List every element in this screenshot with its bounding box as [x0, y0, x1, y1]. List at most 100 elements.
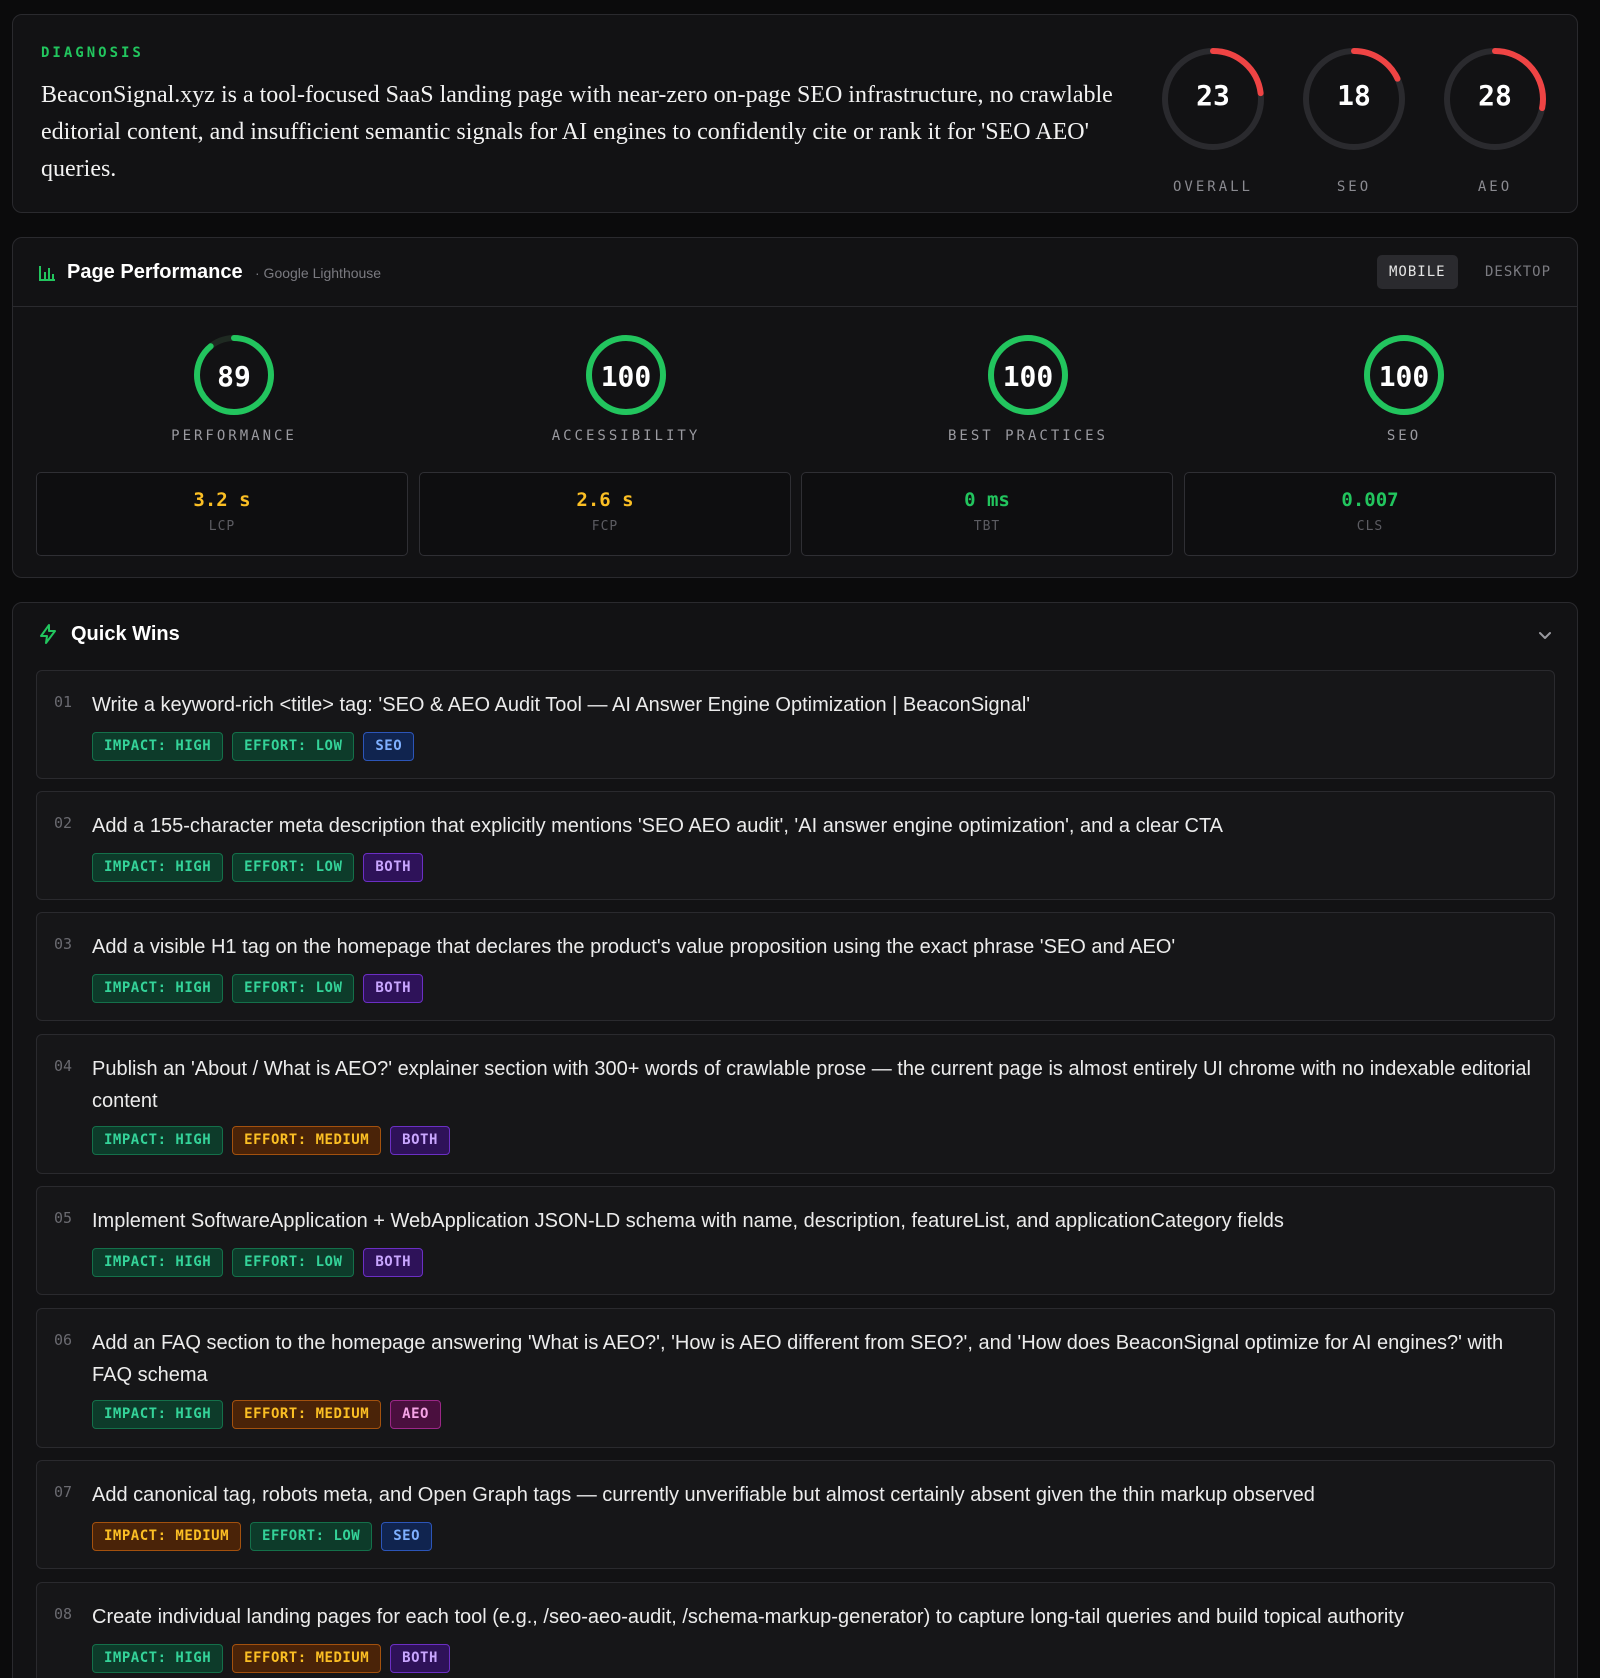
page-performance-card: Page Performance · Google Lighthouse MOB…: [12, 237, 1578, 578]
quick-win-tags: IMPACT: HIGH EFFORT: MEDIUM BOTH: [92, 1644, 450, 1673]
quick-win-tags: IMPACT: HIGH EFFORT: LOW BOTH: [92, 1248, 424, 1277]
effort-tag: EFFORT: LOW: [232, 1248, 355, 1277]
impact-tag: IMPACT: HIGH: [92, 732, 224, 761]
diagnosis-card: DIAGNOSIS BeaconSignal.xyz is a tool-foc…: [12, 14, 1578, 213]
scope-tag: BOTH: [390, 1126, 450, 1155]
performance-title: Page Performance: [67, 261, 243, 283]
metric-cls-name: CLS: [1356, 519, 1384, 534]
quick-win-number: 04: [54, 1057, 73, 1075]
seo-gauge: 100 SEO: [1284, 333, 1524, 453]
performance-header: Page Performance · Google Lighthouse MOB…: [13, 238, 1577, 307]
effort-tag: EFFORT: MEDIUM: [232, 1644, 382, 1673]
quick-win-text: Add an FAQ section to the homepage answe…: [92, 1332, 1504, 1386]
quick-win-number: 05: [54, 1209, 73, 1227]
quick-win-item[interactable]: 06 Add an FAQ section to the homepage an…: [36, 1308, 1555, 1448]
scope-tag: BOTH: [363, 974, 424, 1003]
metric-fcp: 2.6 s FCP: [419, 472, 791, 556]
quick-win-text: Implement SoftwareApplication + WebAppli…: [92, 1210, 1284, 1232]
accessibility-gauge-value: 100: [600, 360, 652, 393]
best-practices-gauge-value: 100: [1002, 360, 1054, 393]
seo-score: 18 SEO: [1300, 45, 1408, 195]
quick-win-number: 08: [54, 1605, 73, 1623]
scope-tag: BOTH: [363, 853, 424, 882]
quick-win-tags: IMPACT: MEDIUM EFFORT: LOW SEO: [92, 1522, 433, 1551]
scope-tag: SEO: [363, 732, 415, 761]
impact-tag: IMPACT: MEDIUM: [92, 1522, 242, 1551]
bar-chart-icon: [37, 263, 57, 288]
best-practices-gauge-label: BEST PRACTICES: [947, 428, 1108, 444]
performance-gauge-label: PERFORMANCE: [171, 428, 297, 444]
metric-tbt-value: 0 ms: [964, 489, 1010, 511]
best-practices-gauge: 100 BEST PRACTICES: [908, 333, 1148, 453]
overall-score-value: 23: [1196, 79, 1230, 112]
effort-tag: EFFORT: LOW: [250, 1522, 373, 1551]
metric-cls-value: 0.007: [1341, 489, 1399, 511]
quick-win-number: 07: [54, 1483, 73, 1501]
effort-tag: EFFORT: LOW: [232, 974, 355, 1003]
performance-gauge: 89 PERFORMANCE: [114, 333, 354, 453]
quick-win-tags: IMPACT: HIGH EFFORT: LOW SEO: [92, 732, 415, 761]
quick-win-item[interactable]: 05 Implement SoftwareApplication + WebAp…: [36, 1186, 1555, 1295]
metric-cls: 0.007 CLS: [1184, 472, 1556, 556]
impact-tag: IMPACT: HIGH: [92, 1400, 224, 1429]
metric-lcp: 3.2 s LCP: [36, 472, 408, 556]
impact-tag: IMPACT: HIGH: [92, 1126, 224, 1155]
quick-win-item[interactable]: 07 Add canonical tag, robots meta, and O…: [36, 1460, 1555, 1569]
seo-score-value: 18: [1337, 79, 1371, 112]
quick-win-number: 01: [54, 693, 73, 711]
quick-win-text: Create individual landing pages for each…: [92, 1606, 1404, 1628]
performance-gauge-value: 89: [217, 360, 251, 393]
effort-tag: EFFORT: LOW: [232, 853, 355, 882]
overall-score-label: OVERALL: [1172, 179, 1253, 195]
impact-tag: IMPACT: HIGH: [92, 1644, 224, 1673]
quick-win-text: Write a keyword-rich <title> tag: 'SEO &…: [92, 694, 1031, 716]
quick-win-text: Add a 155-character meta description tha…: [92, 815, 1224, 837]
quick-win-item[interactable]: 04 Publish an 'About / What is AEO?' exp…: [36, 1034, 1555, 1174]
quick-win-item[interactable]: 01 Write a keyword-rich <title> tag: 'SE…: [36, 670, 1555, 779]
scope-tag: BOTH: [390, 1644, 450, 1673]
quick-win-tags: IMPACT: HIGH EFFORT: LOW BOTH: [92, 853, 424, 882]
desktop-toggle[interactable]: DESKTOP: [1473, 255, 1563, 289]
quick-win-number: 02: [54, 814, 73, 832]
chevron-down-icon[interactable]: [1537, 627, 1553, 648]
metric-lcp-value: 3.2 s: [193, 489, 251, 511]
mobile-toggle[interactable]: MOBILE: [1377, 255, 1458, 289]
quick-win-text: Add canonical tag, robots meta, and Open…: [92, 1484, 1315, 1506]
overall-score: 23 OVERALL: [1159, 45, 1267, 195]
seo-score-label: SEO: [1336, 179, 1372, 195]
metric-tbt-name: TBT: [973, 519, 1001, 534]
quick-win-item[interactable]: 03 Add a visible H1 tag on the homepage …: [36, 912, 1555, 1021]
scope-tag: BOTH: [363, 1248, 424, 1277]
quick-win-text: Publish an 'About / What is AEO?' explai…: [92, 1058, 1531, 1112]
quick-wins-title: Quick Wins: [71, 623, 180, 645]
accessibility-gauge-label: ACCESSIBILITY: [551, 428, 701, 444]
aeo-score-value: 28: [1478, 79, 1512, 112]
metric-tbt: 0 ms TBT: [801, 472, 1173, 556]
effort-tag: EFFORT: MEDIUM: [232, 1400, 382, 1429]
quick-win-text: Add a visible H1 tag on the homepage tha…: [92, 936, 1176, 958]
diagnosis-text: BeaconSignal.xyz is a tool-focused SaaS …: [41, 82, 1113, 182]
quick-win-number: 06: [54, 1331, 73, 1349]
quick-win-item[interactable]: 08 Create individual landing pages for e…: [36, 1582, 1555, 1678]
scope-tag: SEO: [381, 1522, 433, 1551]
lightning-icon: [37, 623, 59, 650]
quick-win-item[interactable]: 02 Add a 155-character meta description …: [36, 791, 1555, 900]
metric-lcp-name: LCP: [208, 519, 236, 534]
quick-win-tags: IMPACT: HIGH EFFORT: LOW BOTH: [92, 974, 424, 1003]
metric-fcp-value: 2.6 s: [576, 489, 634, 511]
impact-tag: IMPACT: HIGH: [92, 853, 224, 882]
quick-win-tags: IMPACT: HIGH EFFORT: MEDIUM AEO: [92, 1400, 441, 1429]
effort-tag: EFFORT: LOW: [232, 732, 355, 761]
diagnosis-label: DIAGNOSIS: [41, 45, 144, 61]
seo-gauge-label: SEO: [1386, 428, 1422, 444]
accessibility-gauge: 100 ACCESSIBILITY: [506, 333, 746, 453]
aeo-score: 28 AEO: [1441, 45, 1549, 195]
effort-tag: EFFORT: MEDIUM: [232, 1126, 382, 1155]
metric-fcp-name: FCP: [591, 519, 619, 534]
performance-subtitle: · Google Lighthouse: [255, 265, 382, 281]
quick-wins-card: Quick Wins 01 Write a keyword-rich <titl…: [12, 602, 1578, 1678]
scope-tag: AEO: [390, 1400, 441, 1429]
aeo-score-label: AEO: [1477, 179, 1513, 195]
quick-win-tags: IMPACT: HIGH EFFORT: MEDIUM BOTH: [92, 1126, 450, 1155]
quick-win-number: 03: [54, 935, 73, 953]
